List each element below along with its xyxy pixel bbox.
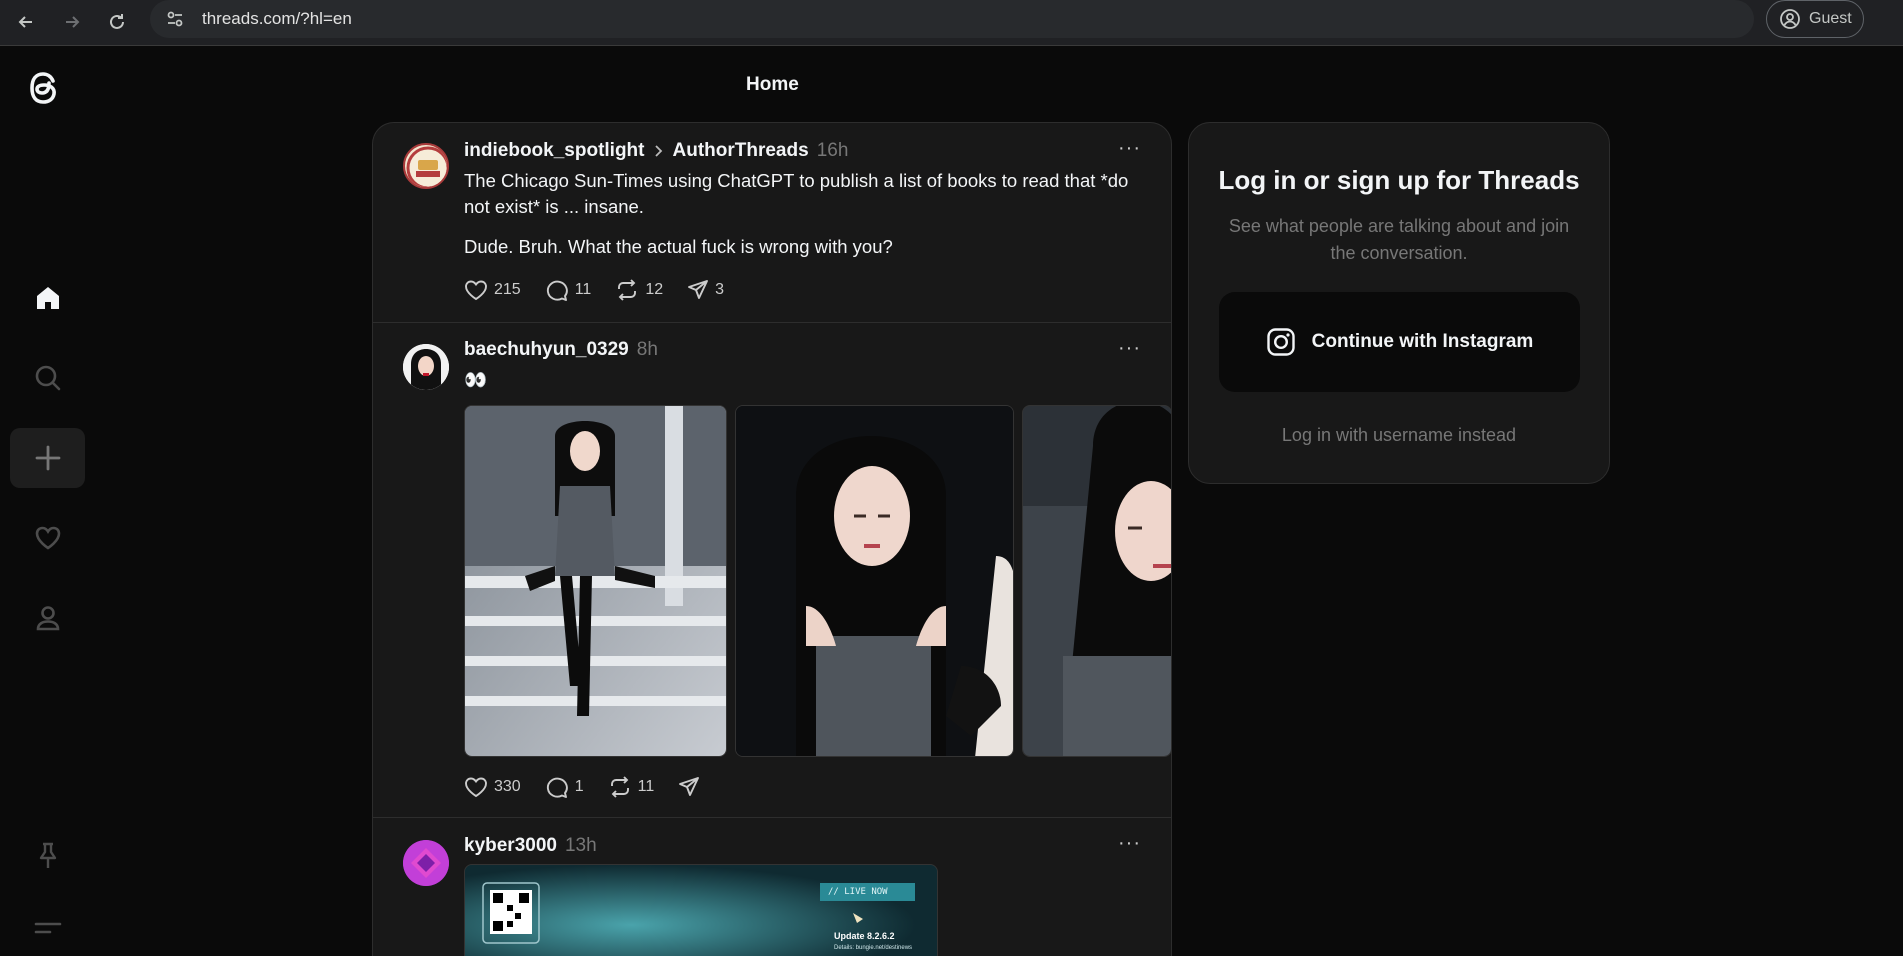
repost-button[interactable]: 12 bbox=[615, 279, 663, 301]
instagram-button-label: Continue with Instagram bbox=[1311, 331, 1534, 352]
instagram-icon bbox=[1266, 328, 1295, 356]
media-caption: Details: bungie.net/destinews bbox=[834, 945, 913, 951]
threads-logo-icon[interactable] bbox=[24, 66, 68, 110]
more-options-icon[interactable]: ··· bbox=[1118, 137, 1141, 160]
heart-icon bbox=[465, 777, 487, 798]
login-title: Log in or sign up for Threads bbox=[1218, 165, 1580, 195]
send-icon bbox=[679, 777, 700, 796]
page-title[interactable]: Home bbox=[746, 74, 799, 96]
back-button[interactable] bbox=[10, 6, 42, 38]
avatar[interactable] bbox=[403, 840, 449, 886]
sidebar-item-profile[interactable] bbox=[10, 588, 85, 648]
post-username[interactable]: baechuhyun_0329 bbox=[464, 339, 629, 361]
send-icon bbox=[688, 280, 709, 299]
share-count: 3 bbox=[715, 281, 725, 298]
user-icon bbox=[36, 606, 59, 631]
comment-icon bbox=[546, 777, 568, 798]
reply-count: 1 bbox=[574, 778, 584, 795]
post-username[interactable]: indiebook_spotlight bbox=[464, 140, 645, 162]
post-image[interactable]: // LIVE NOW Update 8.2.6.2 Details: bung… bbox=[464, 864, 938, 956]
post-image[interactable] bbox=[1022, 405, 1171, 757]
post-text: The Chicago Sun-Times using ChatGPT to p… bbox=[464, 170, 1129, 217]
account-icon bbox=[1780, 9, 1800, 29]
menu-icon bbox=[34, 922, 61, 934]
post-image[interactable] bbox=[464, 405, 727, 757]
repost-count: 11 bbox=[637, 778, 655, 795]
avatar[interactable] bbox=[403, 143, 449, 189]
feed: indiebook_spotlight AuthorThreads 16h ··… bbox=[372, 122, 1172, 956]
home-icon bbox=[36, 287, 59, 309]
forward-button[interactable] bbox=[56, 6, 88, 38]
sidebar-item-create[interactable] bbox=[10, 428, 85, 488]
post-image[interactable] bbox=[735, 405, 1014, 757]
media-caption: Update 8.2.6.2 bbox=[834, 931, 895, 941]
login-subtitle: See what people are talking about and jo… bbox=[1228, 216, 1570, 263]
repost-count: 12 bbox=[645, 281, 664, 298]
profile-button[interactable]: Guest bbox=[1766, 0, 1864, 38]
sidebar-item-search[interactable] bbox=[10, 348, 85, 408]
share-button[interactable]: 3 bbox=[687, 279, 724, 301]
heart-icon bbox=[35, 526, 60, 550]
plus-icon bbox=[35, 445, 60, 471]
reply-count: 11 bbox=[574, 281, 592, 298]
like-button[interactable]: 215 bbox=[464, 279, 521, 301]
post-time[interactable]: 8h bbox=[637, 339, 658, 361]
repost-icon bbox=[618, 279, 637, 301]
more-options-icon[interactable]: ··· bbox=[1118, 832, 1141, 855]
more-options-icon[interactable]: ··· bbox=[1118, 337, 1141, 360]
reload-button[interactable] bbox=[101, 6, 133, 38]
continue-with-instagram-button[interactable]: Continue with Instagram bbox=[1219, 292, 1580, 392]
browser-toolbar: threads.com/?hl=en Guest bbox=[0, 0, 1903, 46]
like-count: 330 bbox=[494, 778, 521, 795]
avatar[interactable] bbox=[403, 344, 449, 390]
profile-label: Guest bbox=[1809, 10, 1852, 27]
post[interactable]: indiebook_spotlight AuthorThreads 16h ··… bbox=[373, 123, 1171, 323]
post-username[interactable]: kyber3000 bbox=[464, 835, 557, 857]
comment-icon bbox=[546, 280, 568, 301]
sidebar-item-menu[interactable] bbox=[10, 898, 85, 956]
reply-button[interactable]: 1 bbox=[545, 776, 584, 798]
sidebar-item-home[interactable] bbox=[10, 268, 85, 328]
post-emoji: 👀 bbox=[464, 369, 488, 390]
like-button[interactable]: 330 bbox=[464, 776, 521, 798]
search-icon bbox=[35, 365, 60, 391]
post[interactable]: kyber3000 13h ··· // LIVE NOW Update 8.2… bbox=[373, 818, 1171, 956]
back-arrow-icon bbox=[18, 16, 32, 28]
post-time[interactable]: 16h bbox=[817, 140, 849, 162]
login-card: Log in or sign up for Threads See what p… bbox=[1188, 122, 1610, 484]
chevron-right-icon bbox=[653, 144, 665, 158]
reply-button[interactable]: 11 bbox=[545, 279, 592, 301]
forward-arrow-icon bbox=[66, 16, 80, 28]
address-bar[interactable]: threads.com/?hl=en bbox=[150, 0, 1754, 38]
login-username-link[interactable]: Log in with username instead bbox=[1189, 425, 1609, 446]
repost-button[interactable]: 11 bbox=[608, 776, 655, 798]
media-caption: // LIVE NOW bbox=[828, 887, 888, 897]
share-button[interactable] bbox=[678, 776, 706, 798]
sidebar-item-activity[interactable] bbox=[10, 508, 85, 568]
repost-icon bbox=[610, 776, 629, 798]
heart-icon bbox=[465, 280, 487, 301]
reload-icon bbox=[110, 14, 124, 29]
pin-icon bbox=[39, 842, 56, 868]
post-text-2: Dude. Bruh. What the actual fuck is wron… bbox=[464, 236, 893, 257]
site-settings-icon[interactable] bbox=[162, 6, 188, 32]
sidebar bbox=[0, 46, 96, 956]
url-text: threads.com/?hl=en bbox=[202, 9, 352, 28]
like-count: 215 bbox=[494, 281, 521, 298]
sidebar-item-pin[interactable] bbox=[10, 826, 85, 886]
post-time[interactable]: 13h bbox=[565, 835, 597, 857]
post[interactable]: baechuhyun_0329 8h ··· 👀 330 1 11 bbox=[373, 323, 1171, 818]
post-community[interactable]: AuthorThreads bbox=[673, 140, 809, 162]
